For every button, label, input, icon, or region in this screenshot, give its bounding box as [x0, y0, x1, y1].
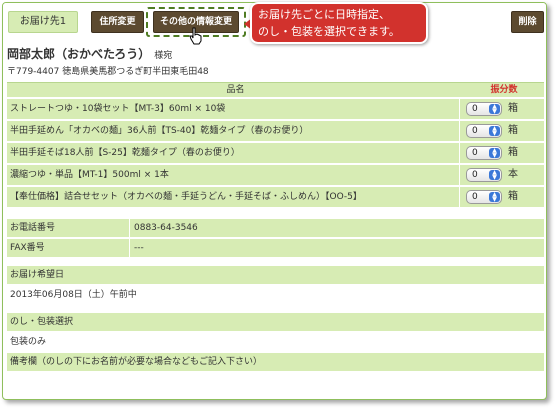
recipient-honorific: 様宛: [154, 51, 173, 61]
quantity-unit: 本: [508, 169, 518, 180]
wrapping-label: のし・包装選択: [7, 313, 544, 331]
fax-value: ---: [134, 243, 144, 253]
quantity-unit: 箱: [508, 147, 518, 158]
quantity-column-header: 振分数: [490, 85, 518, 95]
remarks-area: [7, 373, 544, 397]
quantity-cell: 0 ▲ ▼ 本: [459, 165, 544, 185]
delete-button[interactable]: 削除: [511, 11, 544, 33]
quantity-select[interactable]: 0 ▲ ▼: [466, 168, 502, 182]
quantity-value: 0: [472, 104, 478, 114]
product-row: 【奉仕価格】詰合せセット（オカベの麺・手延うどん・手延そば・ふしめん）【OO-5…: [7, 186, 544, 207]
product-name: 半田手延めん「オカベの麺」36人前【TS-40】乾麺タイプ（春のお便り）: [10, 126, 309, 136]
product-row: 半田手延そば18人前【S-25】乾麺タイプ（春のお便り） 0 ▲ ▼ 箱: [7, 142, 544, 163]
destination-tab-label: お届け先1: [8, 11, 78, 33]
quantity-value: 0: [472, 192, 478, 202]
phone-row: お電話番号 0883-64-3546: [7, 219, 544, 237]
cell-divider: [129, 239, 130, 257]
recipient-info: 岡部太郎（おかべたろう） 様宛 〒779-4407 徳島県美馬郡つるぎ町半田東毛田…: [7, 43, 544, 77]
phone-value: 0883-64-3546: [134, 223, 198, 233]
quantity-cell: 0 ▲ ▼ 箱: [459, 99, 544, 119]
wrapping-value: 包装のみ: [10, 337, 47, 347]
quantity-value: 0: [472, 148, 478, 158]
recipient-name: 岡部太郎（おかべたろう） 様宛: [7, 45, 172, 62]
recipient-address: 〒779-4407 徳島県美馬郡つるぎ町半田東毛田48: [7, 67, 209, 77]
delivery-destination-panel: お届け先1 住所変更 その他の情報変更 削除 岡部太郎（おかべたろう） 様宛 〒7…: [2, 2, 547, 400]
product-name-column-header: 品名: [226, 85, 245, 95]
fax-label: FAX番号: [10, 243, 45, 253]
cell-divider: [129, 219, 130, 237]
product-row: ストレートつゆ・10袋セット【MT-3】60ml × 10袋 0 ▲ ▼ 箱: [7, 98, 544, 119]
quantity-unit: 箱: [508, 191, 518, 202]
product-name: 半田手延そば18人前【S-25】乾麺タイプ（春のお便り）: [10, 148, 240, 158]
recipient-name-text: 岡部太郎（おかべたろう）: [7, 47, 151, 61]
phone-label: お電話番号: [10, 223, 56, 233]
info-callout: お届け先ごとに日時指定、 のし・包装を選択できます。: [250, 2, 428, 44]
updown-arrows-icon: ▲ ▼: [489, 148, 500, 159]
callout-line-1: お届け先ごとに日時指定、: [258, 8, 390, 21]
address-change-button[interactable]: 住所変更: [91, 11, 144, 33]
quantity-select[interactable]: 0 ▲ ▼: [466, 190, 502, 204]
product-row: 半田手延めん「オカベの麺」36人前【TS-40】乾麺タイプ（春のお便り） 0 ▲ ▼…: [7, 120, 544, 141]
product-name: ストレートつゆ・10袋セット【MT-3】60ml × 10袋: [10, 104, 226, 114]
updown-arrows-icon: ▲ ▼: [489, 170, 500, 181]
product-name: 【奉仕価格】詰合せセット（オカベの麺・手延うどん・手延そば・ふしめん）【OO-5…: [10, 192, 362, 202]
quantity-value: 0: [472, 170, 478, 180]
callout-line-2: のし・包装を選択できます。: [258, 25, 400, 38]
quantity-cell: 0 ▲ ▼ 箱: [459, 187, 544, 207]
quantity-unit: 箱: [508, 125, 518, 136]
remarks-label: 備考欄（のしの下にお名前が必要な場合などもご記入下さい）: [7, 353, 544, 371]
updown-arrows-icon: ▲ ▼: [489, 104, 500, 115]
quantity-select[interactable]: 0 ▲ ▼: [466, 102, 502, 116]
quantity-value: 0: [472, 126, 478, 136]
quantity-cell: 0 ▲ ▼ 箱: [459, 143, 544, 163]
product-name: 濃縮つゆ・単品【MT-1】500ml × 1本: [10, 170, 169, 180]
updown-arrows-icon: ▲ ▼: [489, 126, 500, 137]
quantity-select[interactable]: 0 ▲ ▼: [466, 146, 502, 160]
product-row: 濃縮つゆ・単品【MT-1】500ml × 1本 0 ▲ ▼ 本: [7, 164, 544, 185]
product-table-header: 品名 振分数: [7, 82, 544, 97]
quantity-cell: 0 ▲ ▼ 箱: [459, 121, 544, 141]
updown-arrows-icon: ▲ ▼: [489, 192, 500, 203]
fax-row: FAX番号 ---: [7, 239, 544, 257]
quantity-select[interactable]: 0 ▲ ▼: [466, 124, 502, 138]
delivery-date-value: 2013年06月08日（土）午前中: [10, 290, 137, 300]
quantity-unit: 箱: [508, 103, 518, 114]
delivery-date-label: お届け希望日: [7, 266, 544, 284]
